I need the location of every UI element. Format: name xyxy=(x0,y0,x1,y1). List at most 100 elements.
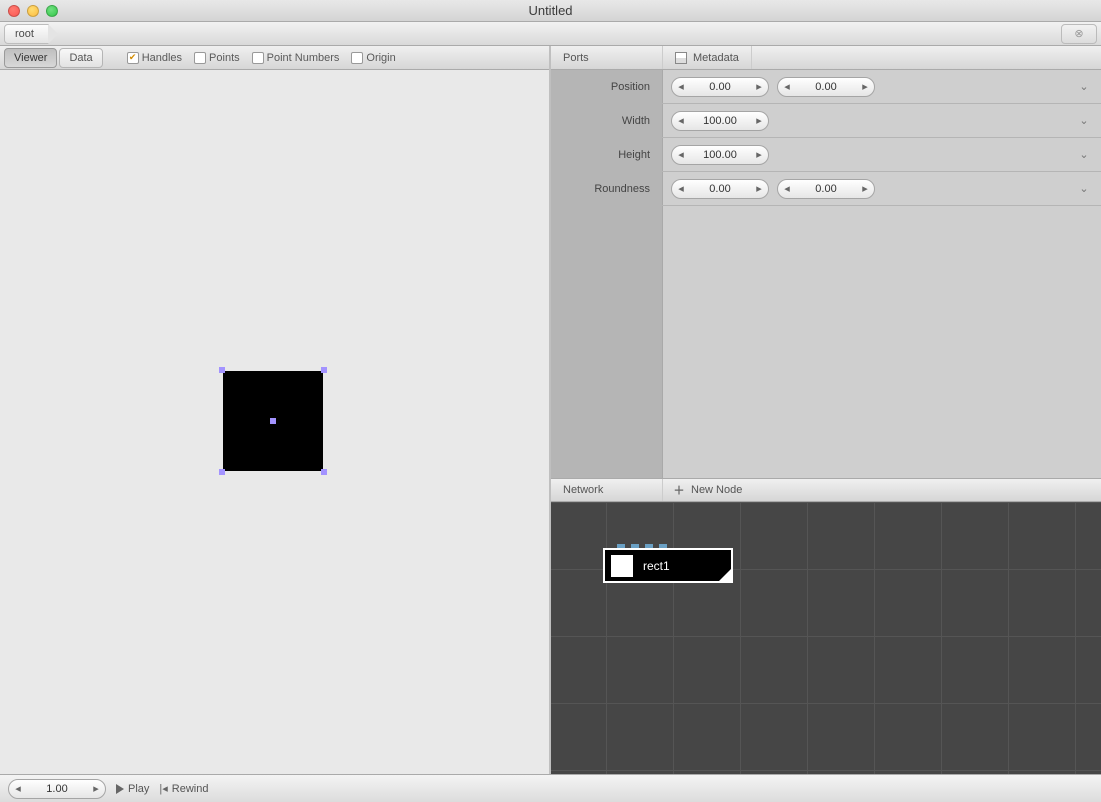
roundness-y-value[interactable]: 0.00 xyxy=(796,183,856,195)
width-stepper[interactable]: ◂100.00▸ xyxy=(671,111,769,131)
node-render-flag-icon[interactable] xyxy=(718,568,732,582)
increment-icon[interactable]: ▸ xyxy=(87,780,105,798)
title-bar: Untitled xyxy=(0,0,1101,22)
metadata-icon xyxy=(675,52,687,64)
tab-metadata[interactable]: Metadata xyxy=(663,46,752,69)
check-icon: ✔ xyxy=(127,52,139,64)
handle-top-left[interactable] xyxy=(219,367,225,373)
port-icon[interactable] xyxy=(645,544,653,548)
properties-header: Ports Metadata xyxy=(551,46,1101,70)
checkbox-origin-label: Origin xyxy=(366,52,395,64)
plus-icon: ＋ xyxy=(673,484,685,496)
play-button[interactable]: Play xyxy=(116,783,149,795)
checkbox-icon xyxy=(194,52,206,64)
increment-icon[interactable]: ▸ xyxy=(856,180,874,198)
decrement-icon[interactable]: ◂ xyxy=(778,180,796,198)
height-stepper[interactable]: ◂100.00▸ xyxy=(671,145,769,165)
viewer-pane: Viewer Data ✔Handles Points Point Number… xyxy=(0,46,551,774)
increment-icon[interactable]: ▸ xyxy=(750,180,768,198)
handle-bottom-right[interactable] xyxy=(321,469,327,475)
property-width: Width ◂100.00▸ ⌄ xyxy=(551,104,1101,138)
tab-data[interactable]: Data xyxy=(59,48,102,68)
frame-stepper[interactable]: ◂1.00▸ xyxy=(8,779,106,799)
breadcrumb-root-label: root xyxy=(15,28,34,40)
network-header: Network ＋ New Node xyxy=(551,478,1101,502)
window-title: Untitled xyxy=(0,3,1101,18)
handle-center[interactable] xyxy=(270,418,276,424)
property-width-label: Width xyxy=(551,104,663,137)
port-icon[interactable] xyxy=(617,544,625,548)
property-height: Height ◂100.00▸ ⌄ xyxy=(551,138,1101,172)
breadcrumb-root[interactable]: root xyxy=(4,24,49,44)
play-label: Play xyxy=(128,783,149,795)
checkbox-point-numbers-label: Point Numbers xyxy=(267,52,340,64)
decrement-icon[interactable]: ◂ xyxy=(672,112,690,130)
new-node-button[interactable]: ＋ New Node xyxy=(663,479,742,501)
canvas-rect-shape[interactable] xyxy=(223,371,323,471)
decrement-icon[interactable]: ◂ xyxy=(672,78,690,96)
increment-icon[interactable]: ▸ xyxy=(750,112,768,130)
viewer-header: Viewer Data ✔Handles Points Point Number… xyxy=(0,46,549,70)
checkbox-handles[interactable]: ✔Handles xyxy=(127,52,182,64)
tab-metadata-label: Metadata xyxy=(693,52,739,64)
breadcrumb-close-button[interactable]: ⊗ xyxy=(1061,24,1097,44)
network-title: Network xyxy=(551,479,663,501)
properties-panel: Position ◂0.00▸ ◂0.00▸ ⌄ Width ◂100.00▸ … xyxy=(551,70,1101,206)
increment-icon[interactable]: ▸ xyxy=(750,78,768,96)
roundness-y-stepper[interactable]: ◂0.00▸ xyxy=(777,179,875,199)
handle-top-right[interactable] xyxy=(321,367,327,373)
node-name-label: rect1 xyxy=(643,559,670,573)
increment-icon[interactable]: ▸ xyxy=(856,78,874,96)
expand-icon[interactable]: ⌄ xyxy=(1077,148,1091,162)
port-icon[interactable] xyxy=(659,544,667,548)
new-node-label: New Node xyxy=(691,484,742,496)
increment-icon[interactable]: ▸ xyxy=(750,146,768,164)
checkbox-points[interactable]: Points xyxy=(194,52,240,64)
main-area: Viewer Data ✔Handles Points Point Number… xyxy=(0,46,1101,774)
decrement-icon[interactable]: ◂ xyxy=(778,78,796,96)
checkbox-origin[interactable]: Origin xyxy=(351,52,395,64)
property-position: Position ◂0.00▸ ◂0.00▸ ⌄ xyxy=(551,70,1101,104)
node-rect1[interactable]: rect1 xyxy=(603,548,733,583)
decrement-icon[interactable]: ◂ xyxy=(9,780,27,798)
rewind-label: Rewind xyxy=(172,783,209,795)
viewer-canvas[interactable] xyxy=(0,70,549,774)
properties-empty-area xyxy=(551,206,1101,478)
checkbox-icon xyxy=(351,52,363,64)
expand-icon[interactable]: ⌄ xyxy=(1077,80,1091,94)
checkbox-point-numbers[interactable]: Point Numbers xyxy=(252,52,340,64)
position-x-stepper[interactable]: ◂0.00▸ xyxy=(671,77,769,97)
checkbox-points-label: Points xyxy=(209,52,240,64)
property-roundness: Roundness ◂0.00▸ ◂0.00▸ ⌄ xyxy=(551,172,1101,206)
position-y-value[interactable]: 0.00 xyxy=(796,81,856,93)
handle-bottom-left[interactable] xyxy=(219,469,225,475)
decrement-icon[interactable]: ◂ xyxy=(672,180,690,198)
expand-icon[interactable]: ⌄ xyxy=(1077,114,1091,128)
property-height-label: Height xyxy=(551,138,663,171)
checkbox-icon xyxy=(252,52,264,64)
tab-viewer[interactable]: Viewer xyxy=(4,48,57,68)
property-roundness-label: Roundness xyxy=(551,172,663,205)
port-icon[interactable] xyxy=(631,544,639,548)
timeline-footer: ◂1.00▸ Play |◂ Rewind xyxy=(0,774,1101,802)
roundness-x-value[interactable]: 0.00 xyxy=(690,183,750,195)
expand-icon[interactable]: ⌄ xyxy=(1077,182,1091,196)
breadcrumb-bar: root ⊗ xyxy=(0,22,1101,46)
property-position-label: Position xyxy=(551,70,663,103)
close-icon: ⊗ xyxy=(1074,27,1083,40)
roundness-x-stepper[interactable]: ◂0.00▸ xyxy=(671,179,769,199)
rewind-icon: |◂ xyxy=(159,782,167,795)
decrement-icon[interactable]: ◂ xyxy=(672,146,690,164)
frame-value[interactable]: 1.00 xyxy=(27,783,87,795)
rewind-button[interactable]: |◂ Rewind xyxy=(159,782,208,795)
position-y-stepper[interactable]: ◂0.00▸ xyxy=(777,77,875,97)
node-thumbnail xyxy=(611,555,633,577)
width-value[interactable]: 100.00 xyxy=(690,115,750,127)
network-canvas[interactable]: rect1 xyxy=(551,502,1101,774)
tab-ports[interactable]: Ports xyxy=(551,46,663,69)
height-value[interactable]: 100.00 xyxy=(690,149,750,161)
tab-ports-label: Ports xyxy=(563,52,589,64)
right-pane: Ports Metadata Position ◂0.00▸ ◂0.00▸ ⌄ … xyxy=(551,46,1101,774)
position-x-value[interactable]: 0.00 xyxy=(690,81,750,93)
node-input-ports xyxy=(617,544,667,548)
